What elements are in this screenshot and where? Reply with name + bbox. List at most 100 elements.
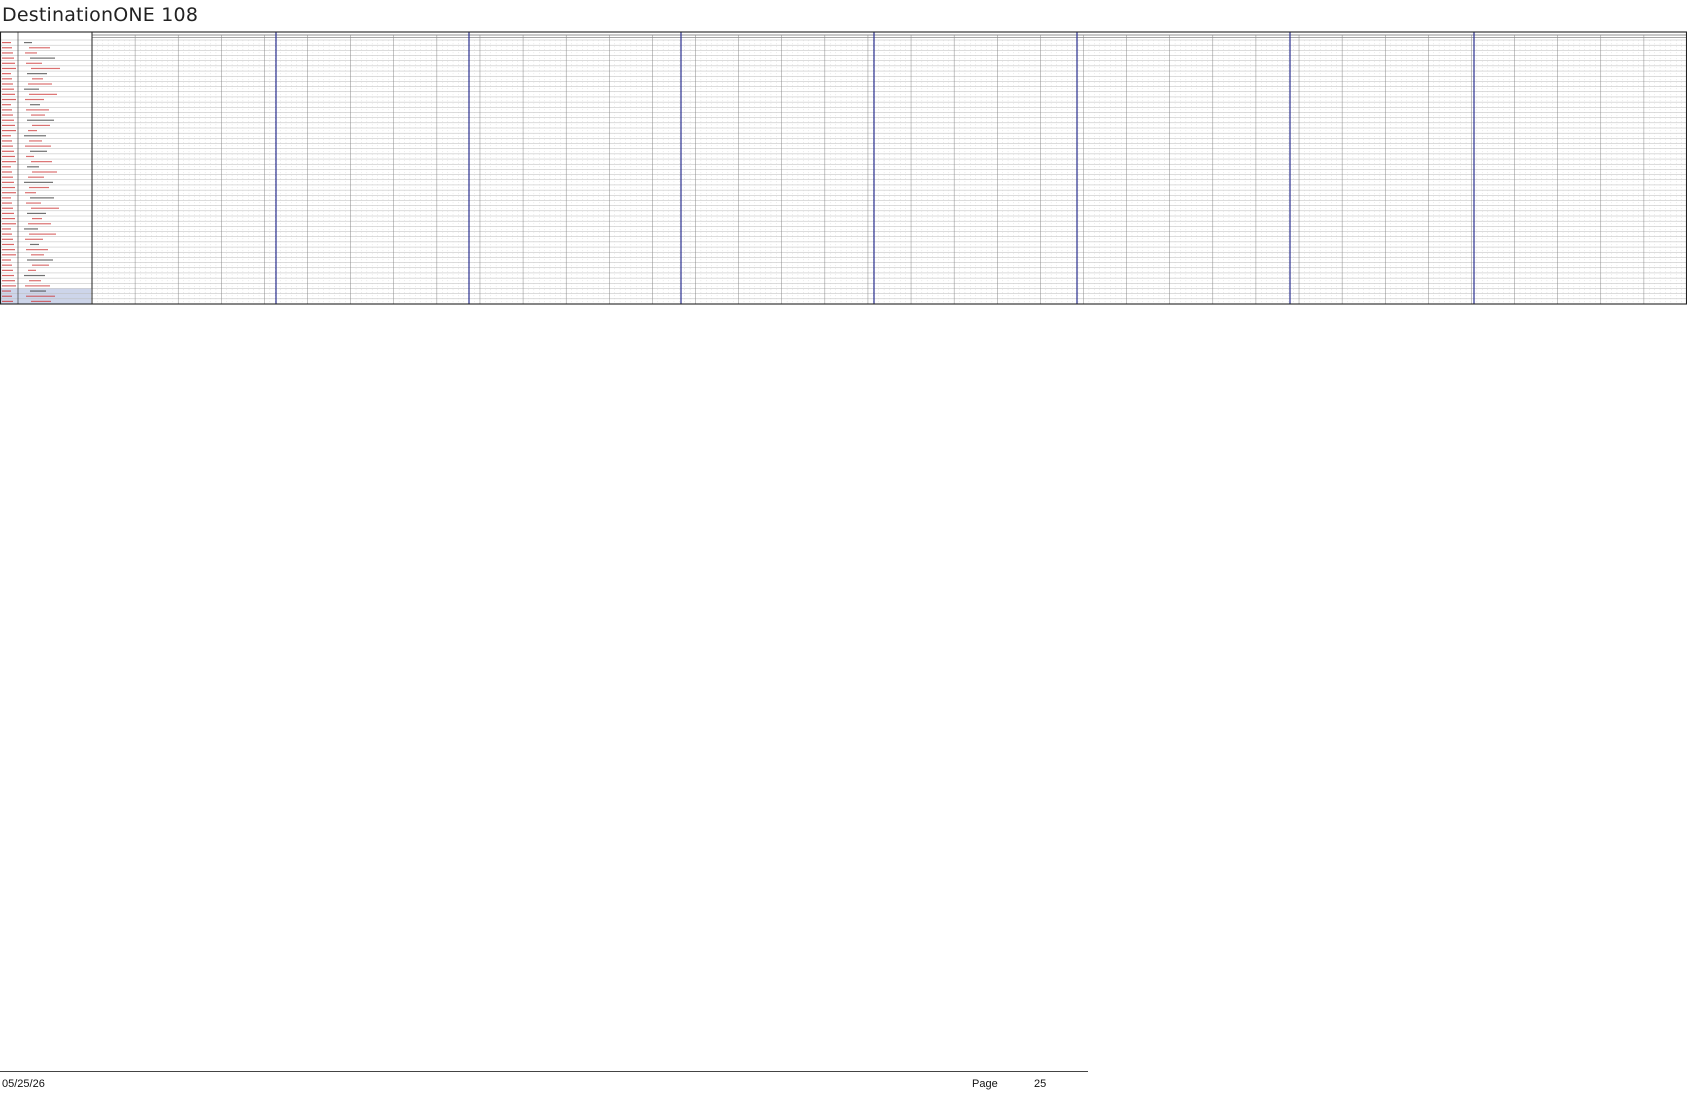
row-label-mark [29, 93, 57, 95]
row-code-mark [2, 217, 15, 220]
row-label-mark [29, 280, 41, 282]
row-code-mark [2, 181, 14, 183]
grid-lines [0, 31, 1687, 305]
row-label-mark [31, 254, 44, 256]
row-label-mark [30, 243, 39, 246]
row-label-mark [27, 166, 39, 168]
row-label-mark [28, 269, 36, 271]
row-label-mark [31, 114, 45, 116]
row-code-mark [2, 269, 13, 271]
row-code-mark [2, 197, 11, 199]
row-label-mark [26, 249, 48, 251]
row-label-mark [29, 47, 50, 49]
row-label-mark [29, 140, 42, 142]
row-code-mark [2, 140, 12, 142]
row-label-mark [26, 202, 41, 204]
row-code-mark [2, 161, 16, 163]
row-code-mark [2, 254, 16, 256]
row-code-mark [2, 98, 16, 101]
row-label-mark [31, 207, 59, 209]
row-label-mark [28, 83, 52, 85]
row-label-mark [32, 78, 43, 80]
row-label-mark [24, 135, 46, 137]
row-code-mark [2, 176, 13, 178]
row-label-mark [25, 52, 37, 54]
row-label-mark [24, 228, 38, 230]
row-code-mark [2, 155, 15, 158]
row-code-mark [2, 228, 11, 230]
footer-divider [0, 1071, 1088, 1072]
row-code-mark [2, 150, 14, 152]
data-grid [0, 31, 1687, 305]
row-code-mark [2, 192, 16, 194]
row-label-mark [32, 217, 42, 220]
row-code-mark [2, 73, 11, 75]
row-code-mark [2, 124, 15, 127]
row-label-mark [28, 129, 37, 132]
row-code-mark [2, 119, 14, 121]
row-label-mark [25, 192, 36, 194]
row-code-mark [2, 93, 15, 95]
footer-page-number: 25 [1034, 1078, 1047, 1090]
row-label-mark [24, 88, 39, 90]
row-label-mark [31, 300, 51, 303]
row-label-mark [26, 109, 49, 111]
row-code-mark [2, 202, 12, 204]
row-label-mark [27, 73, 47, 75]
row-code-mark [2, 67, 16, 70]
row-label-mark [28, 223, 51, 225]
row-code-mark [2, 129, 16, 132]
row-label-mark [28, 176, 44, 178]
row-label-mark [31, 67, 60, 70]
row-label-mark [30, 290, 46, 292]
row-code-mark [2, 233, 12, 235]
row-code-mark [2, 114, 13, 116]
row-code-mark [2, 249, 15, 251]
row-code-mark [2, 78, 12, 80]
row-label-mark [26, 295, 55, 297]
row-label-mark [24, 181, 53, 183]
row-code-mark [2, 290, 11, 292]
row-code-mark [2, 264, 12, 266]
row-code-mark [2, 243, 14, 246]
row-code-mark [2, 238, 13, 240]
row-label-mark [32, 171, 57, 173]
row-label-mark [31, 161, 52, 163]
row-label-mark [24, 274, 45, 277]
row-label-mark [26, 155, 34, 158]
row-code-mark [2, 207, 13, 209]
row-label-mark [29, 233, 56, 235]
row-label-mark [27, 119, 54, 121]
row-label-mark [25, 238, 43, 240]
row-code-mark [2, 83, 13, 85]
row-code-mark [2, 88, 14, 90]
row-code-mark [2, 212, 14, 215]
row-code-mark [2, 104, 11, 106]
row-label-mark [30, 197, 54, 199]
footer-date: 05/25/26 [2, 1078, 45, 1090]
row-code-mark [2, 280, 15, 282]
row-code-mark [2, 109, 12, 111]
row-code-mark [2, 171, 12, 173]
row-label-mark [25, 145, 51, 147]
row-code-mark [2, 285, 16, 287]
row-code-mark [2, 166, 11, 168]
row-code-mark [2, 300, 13, 303]
footer-page-label: Page [972, 1078, 998, 1090]
row-label-mark [30, 104, 40, 106]
row-code-mark [2, 47, 12, 49]
row-label-mark [32, 124, 50, 127]
row-code-mark [2, 295, 12, 297]
row-code-mark [2, 223, 16, 225]
row-label-mark [24, 41, 32, 44]
grid-labels [2, 41, 60, 303]
row-label-mark [29, 186, 49, 189]
row-label-mark [27, 212, 46, 215]
row-label-mark [32, 264, 49, 266]
row-code-mark [2, 62, 15, 64]
row-label-mark [30, 150, 47, 152]
row-label-mark [25, 98, 44, 101]
row-label-mark [26, 62, 42, 64]
row-code-mark [2, 259, 11, 261]
row-label-mark [25, 285, 50, 287]
